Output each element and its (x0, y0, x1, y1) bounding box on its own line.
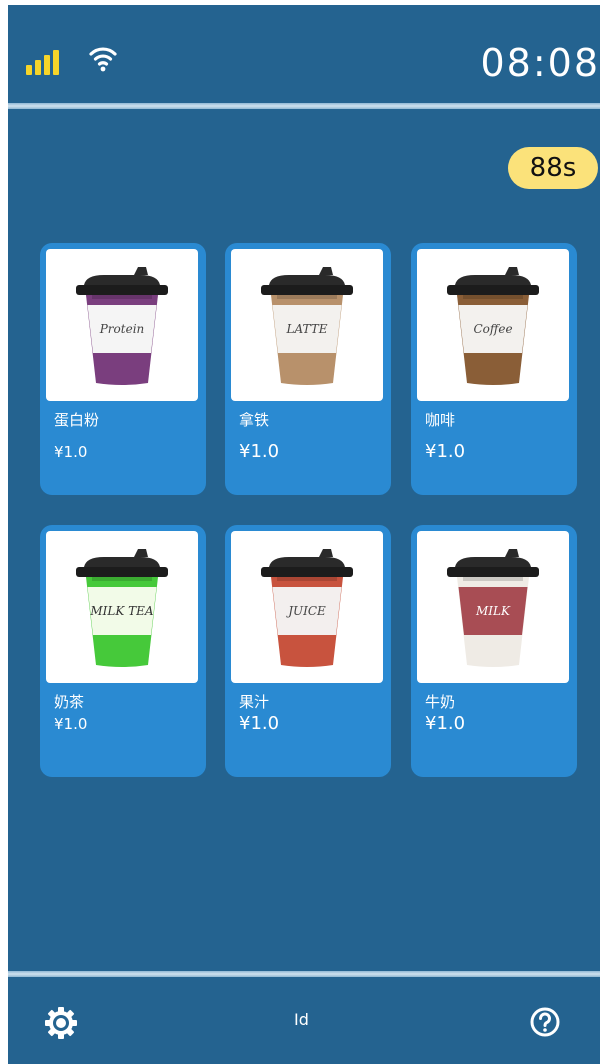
product-cup-image: Protein (46, 249, 198, 401)
vending-screen: 08:08 88s Protein 蛋白粉 ¥1.0 LATTE 拿铁 ¥1.0 Coffe… (8, 5, 600, 1064)
product-cup-image: LATTE (231, 249, 383, 401)
product-name: 蛋白粉 (54, 411, 100, 429)
cup-label-text: MILK TEA (89, 604, 154, 618)
product-name: 牛奶 (425, 693, 456, 711)
product-cup-image: MILK TEA (46, 531, 198, 683)
product-price: ¥1.0 (239, 441, 280, 462)
product-price: ¥1.0 (54, 443, 88, 461)
top-divider (8, 103, 600, 109)
signal-bars-icon (26, 45, 74, 75)
product-price: ¥1.0 (425, 441, 466, 462)
product-card[interactable]: JUICE 果汁 ¥1.0 (225, 525, 391, 777)
product-name: 拿铁 (239, 411, 270, 429)
product-name: 果汁 (239, 693, 270, 711)
product-name: 奶茶 (54, 693, 85, 711)
settings-gear-icon[interactable] (44, 1006, 78, 1040)
product-cup-image: JUICE (231, 531, 383, 683)
product-card[interactable]: Coffee 咖啡 ¥1.0 (411, 243, 577, 495)
cup-label-text: Protein (99, 322, 145, 336)
product-cup-image: Coffee (417, 249, 569, 401)
product-price: ¥1.0 (54, 715, 88, 733)
product-price: ¥1.0 (239, 713, 280, 734)
product-card[interactable]: MILK 牛奶 ¥1.0 (411, 525, 577, 777)
clock-time: 08:08 (480, 41, 600, 85)
cup-label-text: LATTE (286, 322, 328, 336)
product-card[interactable]: LATTE 拿铁 ¥1.0 (225, 243, 391, 495)
countdown-badge: 88s (508, 147, 598, 189)
product-price: ¥1.0 (425, 713, 466, 734)
wifi-icon (89, 47, 117, 72)
device-id-label: Id (294, 1010, 309, 1029)
cup-label-text: JUICE (285, 604, 326, 618)
cup-label-text: Coffee (473, 322, 512, 336)
product-card[interactable]: Protein 蛋白粉 ¥1.0 (40, 243, 206, 495)
product-cup-image: MILK (417, 531, 569, 683)
help-circle-icon[interactable] (528, 1005, 562, 1039)
status-bar: 08:08 (8, 5, 600, 107)
product-name: 咖啡 (425, 411, 456, 429)
product-card[interactable]: MILK TEA 奶茶 ¥1.0 (40, 525, 206, 777)
cup-label-text: MILK (475, 604, 511, 618)
